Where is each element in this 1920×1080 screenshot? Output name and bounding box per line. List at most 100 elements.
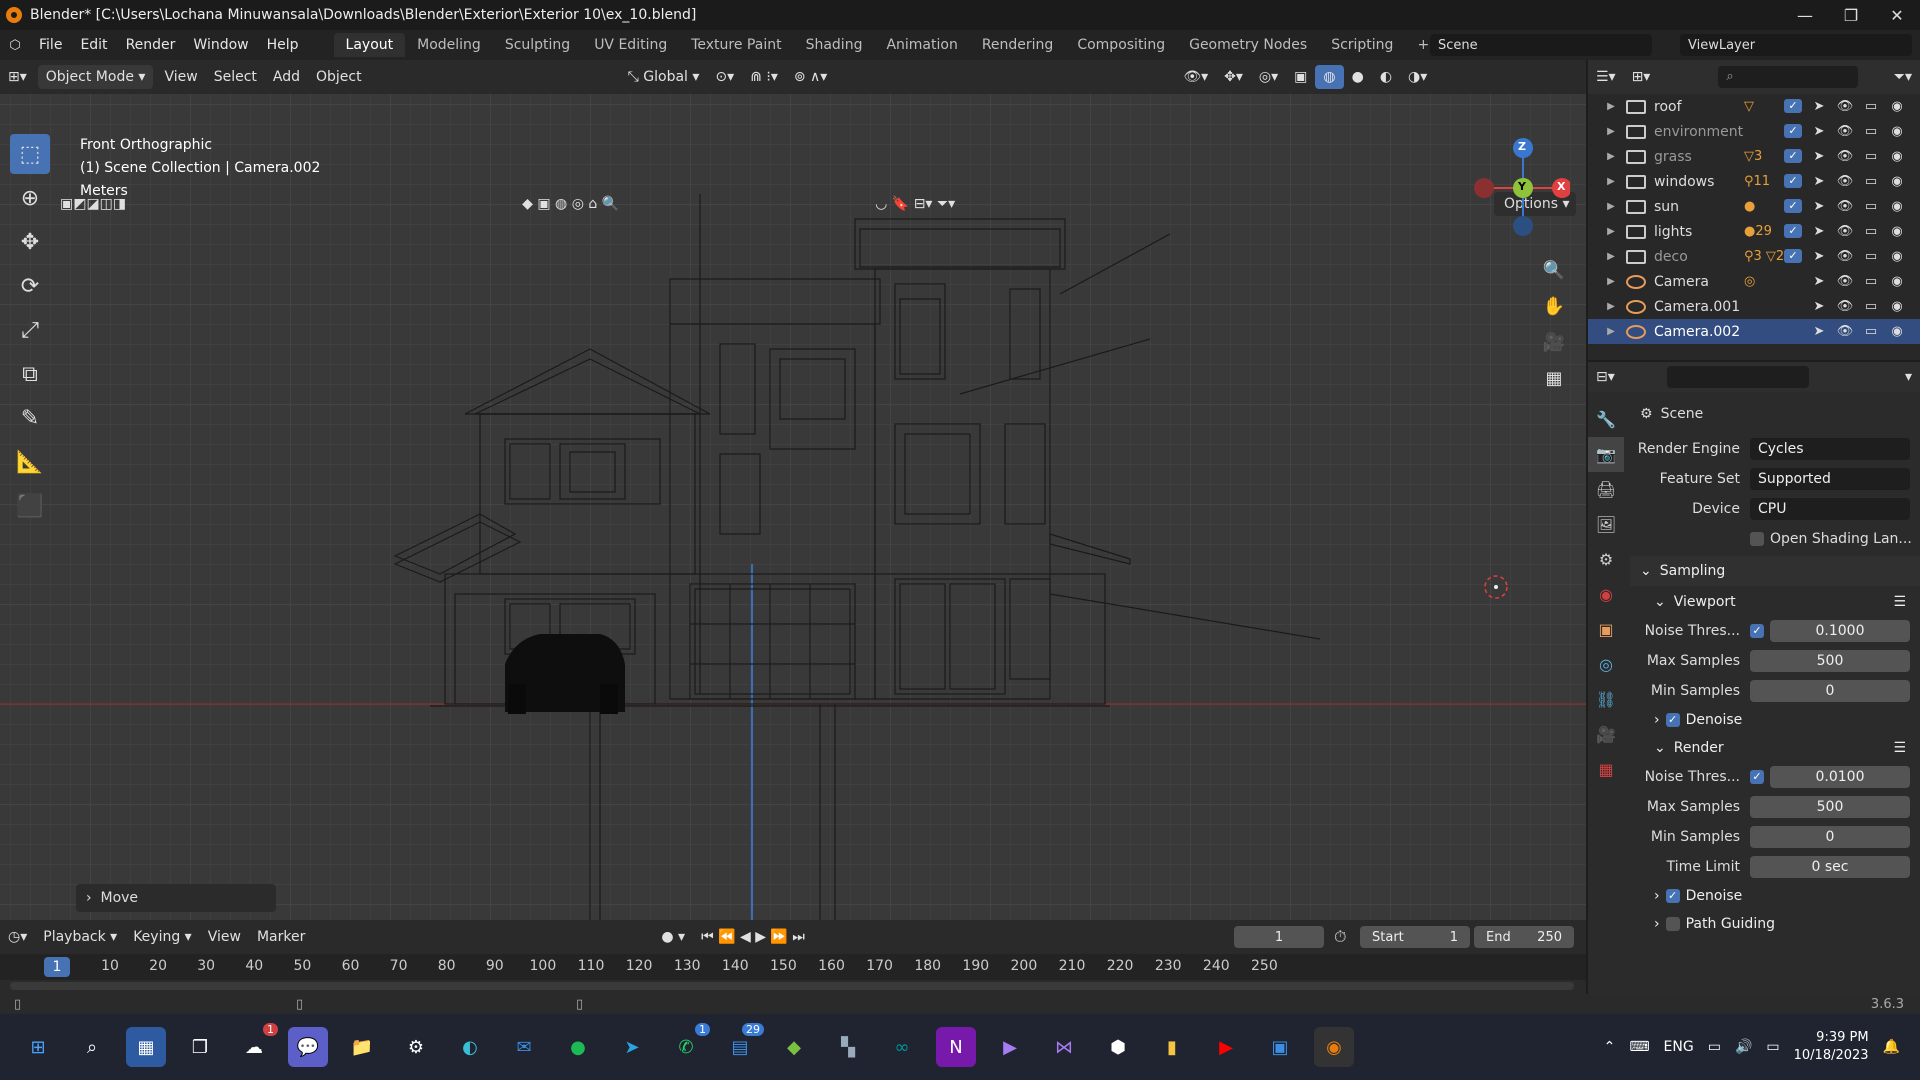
vp-denoise-subpanel[interactable]: › ✓ Denoise [1630,706,1920,734]
onenote-icon[interactable]: N [936,1027,976,1067]
expand-arrow-icon[interactable]: ▶ [1600,251,1622,262]
menu-window[interactable]: Window [184,37,257,53]
r-noise-field[interactable]: 0.0100 [1770,766,1910,788]
output-tab-icon[interactable]: 🖨 [1588,472,1624,507]
notes-icon[interactable]: ▮ [1152,1027,1192,1067]
pan-hand-icon[interactable]: ✋ [1538,290,1570,322]
expand-arrow-icon[interactable]: ▶ [1600,201,1622,212]
render-camera-icon[interactable]: ◉ [1888,199,1906,214]
proportional-edit-icon[interactable]: ⊚ ∧▾ [786,65,835,89]
eye-icon[interactable]: 👁 [1836,324,1854,339]
maximize-button[interactable]: ❐ [1828,0,1874,30]
outliner-row[interactable]: ▶ environment ✓ ➤ 👁 ▭ ◉ [1588,119,1920,144]
select-arrow-icon[interactable]: ➤ [1810,149,1828,164]
monitor-app-icon[interactable]: ▣ [1260,1027,1300,1067]
menu-timeline-view[interactable]: View [200,925,249,949]
tab-modeling[interactable]: Modeling [405,33,493,57]
r-denoise-checkbox[interactable]: ✓ [1665,889,1680,903]
exclude-checkbox[interactable]: ✓ [1784,249,1802,263]
select-arrow-icon[interactable]: ➤ [1810,224,1828,239]
r-min-samples-field[interactable]: 0 [1750,826,1910,848]
monitor-icon[interactable]: ▭ [1862,324,1880,339]
mode-dropdown[interactable]: Object Mode ▾ [37,65,154,89]
monitor-icon[interactable]: ▭ [1862,174,1880,189]
render-engine-dropdown[interactable]: Cycles [1750,438,1910,460]
keyboard-icon[interactable]: ⌨ [1629,1039,1649,1055]
menu-select[interactable]: Select [206,65,265,89]
render-camera-icon[interactable]: ◉ [1888,124,1906,139]
eye-icon[interactable]: 👁 [1836,174,1854,189]
select-arrow-icon[interactable]: ➤ [1810,324,1828,339]
outliner-search-input[interactable]: ⌕ [1718,66,1859,88]
expand-arrow-icon[interactable]: ▶ [1600,151,1622,162]
tab-uv-editing[interactable]: UV Editing [582,33,679,57]
eye-icon[interactable]: 👁 [1836,149,1854,164]
expand-arrow-icon[interactable]: ▶ [1600,226,1622,237]
youtube-icon[interactable]: ▶ [1206,1027,1246,1067]
notification-icon[interactable]: 🔔 [1883,1039,1900,1055]
render-list-icon[interactable]: ☰ [1893,740,1906,756]
scene-selector[interactable]: Scene [1430,34,1652,56]
outliner-row[interactable]: ▶ Camera ◎ ➤ 👁 ▭ ◉ [1588,269,1920,294]
monitor-icon[interactable]: ▭ [1862,299,1880,314]
menu-object[interactable]: Object [308,65,370,89]
vp-max-samples-field[interactable]: 500 [1750,650,1910,672]
record-icon[interactable]: ● ▾ [653,925,693,949]
task-view-icon[interactable]: ❐ [180,1027,220,1067]
clipchamp-icon[interactable]: ▶ [990,1027,1030,1067]
tab-layout[interactable]: Layout [333,33,406,57]
render-camera-icon[interactable]: ◉ [1888,174,1906,189]
monitor-icon[interactable]: ▭ [1862,149,1880,164]
tab-rendering[interactable]: Rendering [970,33,1066,57]
expand-arrow-icon[interactable]: ▶ [1600,301,1622,312]
expand-arrow-icon[interactable]: ▶ [1600,101,1622,112]
mail-icon[interactable]: ✉ [504,1027,544,1067]
pivot-icon[interactable]: ⊙▾ [707,65,742,89]
viewlayer-selector[interactable]: ViewLayer [1680,34,1912,56]
gizmo-toggle-icon[interactable]: ✥▾ [1216,65,1251,89]
vp-denoise-checkbox[interactable]: ✓ [1665,713,1680,727]
navigation-gizmo[interactable]: Z Y X [1470,134,1572,244]
outliner-editor-icon[interactable]: ☰▾ [1588,65,1624,89]
outliner-row[interactable]: ▶ Camera.001 ➤ 👁 ▭ ◉ [1588,294,1920,319]
frame-ruler[interactable]: 1 10 20 30 40 50 60 70 80 90 100 110 120 130 140 150 16… [0,954,1586,980]
arduino-icon[interactable]: ∞ [882,1027,922,1067]
eye-icon[interactable]: 👁 [1836,99,1854,114]
tool-tab-icon[interactable]: 🔧 [1588,402,1624,437]
visual-studio-icon[interactable]: ⋈ [1044,1027,1084,1067]
outliner-row[interactable]: ▶ windows ⚲11 ✓ ➤ 👁 ▭ ◉ [1588,169,1920,194]
select-arrow-icon[interactable]: ➤ [1810,99,1828,114]
unity-icon[interactable]: ⬢ [1098,1027,1138,1067]
world-tab-icon[interactable]: ◉ [1588,577,1624,612]
r-max-samples-field[interactable]: 500 [1750,796,1910,818]
network-icon[interactable]: ▭ [1708,1039,1721,1055]
monitor-icon[interactable]: ▭ [1862,224,1880,239]
display-mode-icon[interactable]: ⊞▾ [1624,65,1659,89]
playback-controls[interactable]: ⏮ ⏪ ◀ ▶ ⏩ ⏭ [693,925,813,949]
r-noise-checkbox[interactable]: ✓ [1750,770,1764,784]
render-camera-icon[interactable]: ◉ [1888,224,1906,239]
tab-scripting[interactable]: Scripting [1319,33,1405,57]
blender-menu-icon[interactable]: ⬡ [0,30,30,60]
select-arrow-icon[interactable]: ➤ [1810,249,1828,264]
eye-icon[interactable]: 👁 [1836,274,1854,289]
eye-icon[interactable]: 👁 [1836,224,1854,239]
tab-geometry-nodes[interactable]: Geometry Nodes [1177,33,1319,57]
3d-viewport[interactable]: ▣◩◪◫◨ ◆ ▣ ◍ ◎ ⌂ 🔍 ◡ 🔖 ⊟▾ ⏷▾ Options ▾ ⬚ … [0,94,1586,920]
vp-noise-checkbox[interactable]: ✓ [1750,624,1764,638]
properties-search-input[interactable] [1666,366,1809,388]
render-camera-icon[interactable]: ◉ [1888,274,1906,289]
render-camera-icon[interactable]: ◉ [1888,99,1906,114]
tab-animation[interactable]: Animation [874,33,969,57]
weather-icon[interactable]: ☁ 1 [234,1023,278,1067]
clock-icon[interactable]: ⏱ [1334,927,1346,947]
render-tab-icon[interactable]: 📷 [1588,437,1624,472]
ortho-grid-icon[interactable]: ▦ [1538,362,1570,394]
exclude-checkbox[interactable]: ✓ [1784,174,1802,188]
app-icon-blue[interactable]: ▚ [828,1027,868,1067]
tray-overflow-icon[interactable]: ⌃ [1604,1039,1616,1055]
data-tab-icon[interactable]: 🎥 [1588,717,1624,752]
outliner-row[interactable]: ▶ roof ▽ ✓ ➤ 👁 ▭ ◉ [1588,94,1920,119]
monitor-icon[interactable]: ▭ [1862,249,1880,264]
device-dropdown[interactable]: CPU [1750,498,1910,520]
